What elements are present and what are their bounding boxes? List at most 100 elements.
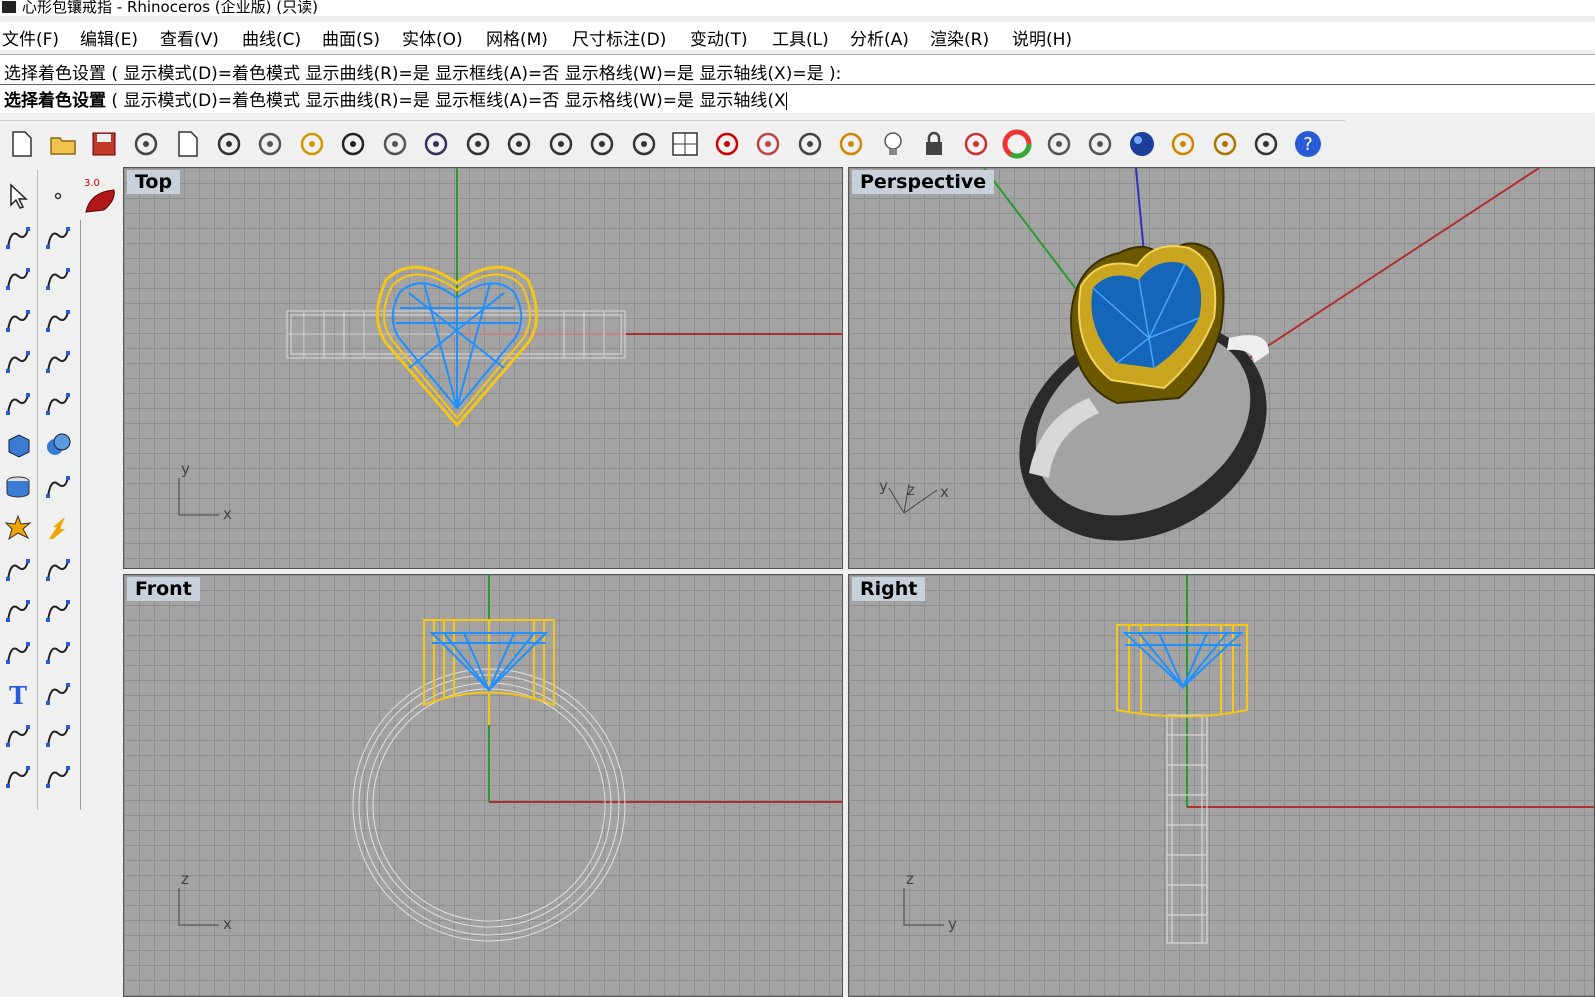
- boolean-icon[interactable]: [0, 593, 36, 629]
- axis-indicator: y x: [178, 460, 232, 523]
- rectangle-icon[interactable]: [40, 303, 76, 339]
- render-mesh-icon[interactable]: [751, 127, 785, 161]
- four-viewports-icon[interactable]: [668, 127, 702, 161]
- wireframe-sphere-icon[interactable]: [1042, 127, 1076, 161]
- offset-icon[interactable]: [0, 635, 36, 671]
- new-file-icon[interactable]: [4, 127, 38, 161]
- lock-icon[interactable]: [917, 127, 951, 161]
- menu-dimension[interactable]: 尺寸标注(D): [572, 25, 666, 50]
- menu-curve[interactable]: 曲线(C): [242, 25, 301, 50]
- viewport-title-perspective[interactable]: Perspective: [852, 170, 995, 194]
- block-icon[interactable]: [0, 759, 36, 795]
- scale-icon[interactable]: [40, 676, 76, 712]
- grid-sphere-icon[interactable]: [1083, 127, 1117, 161]
- gem-tool-icon[interactable]: 3.0: [80, 170, 122, 220]
- menu-mesh[interactable]: 网格(M): [486, 25, 548, 50]
- viewport-title-front[interactable]: Front: [127, 577, 200, 601]
- cut-icon[interactable]: [212, 127, 246, 161]
- axis-label-z: z: [181, 870, 189, 888]
- render-mesh-icon-glyph: [756, 132, 780, 156]
- viewport-top[interactable]: y x Top: [123, 167, 843, 569]
- help-icon[interactable]: ?: [1291, 127, 1325, 161]
- menu-analyze[interactable]: 分析(A): [850, 25, 909, 50]
- points-icon[interactable]: [834, 127, 868, 161]
- menu-transform[interactable]: 变动(T): [690, 25, 748, 50]
- menu-tools[interactable]: 工具(L): [772, 25, 829, 50]
- array-icon[interactable]: [0, 718, 36, 754]
- dimension-icon[interactable]: [40, 759, 76, 795]
- circle-icon[interactable]: [0, 261, 36, 297]
- zoom-extents-icon[interactable]: [544, 127, 578, 161]
- extend-icon[interactable]: [40, 552, 76, 588]
- plane-icon[interactable]: [40, 469, 76, 505]
- surface-icon-glyph: [6, 392, 30, 415]
- undo-icon[interactable]: [336, 127, 370, 161]
- menu-view[interactable]: 查看(V): [160, 25, 219, 50]
- color-wheel-icon[interactable]: [1000, 127, 1034, 161]
- options-icon[interactable]: [1249, 127, 1283, 161]
- polyline-icon[interactable]: [0, 220, 36, 256]
- zoom-selected-icon[interactable]: [585, 127, 619, 161]
- box-icon[interactable]: [0, 427, 36, 463]
- menu-help[interactable]: 说明(H): [1012, 25, 1072, 50]
- cylinder-icon[interactable]: [0, 469, 36, 505]
- zoom-dynamic-icon[interactable]: [461, 127, 495, 161]
- menu-surface[interactable]: 曲面(S): [322, 25, 380, 50]
- menu-edit[interactable]: 编辑(E): [80, 25, 138, 50]
- viewport-title-right[interactable]: Right: [852, 577, 926, 601]
- mirror-icon[interactable]: [40, 718, 76, 754]
- import-icon[interactable]: [170, 127, 204, 161]
- viewport-perspective[interactable]: y z x Perspective: [848, 167, 1595, 569]
- polygon-icon[interactable]: [0, 344, 36, 380]
- bezel-wireframe: [1116, 624, 1248, 718]
- group-icon[interactable]: [40, 593, 76, 629]
- circle-icon-glyph: [6, 268, 30, 290]
- copy-icon-glyph: [258, 132, 282, 156]
- four-viewports-icon-glyph: [672, 132, 698, 156]
- heart-gem-wireframe: [391, 282, 523, 410]
- split-icon[interactable]: [40, 510, 76, 546]
- patch-icon[interactable]: [40, 386, 76, 422]
- menu-render[interactable]: 渲染(R): [930, 25, 989, 50]
- target-icon[interactable]: [793, 127, 827, 161]
- text-icon[interactable]: T: [0, 676, 36, 712]
- copy-icon[interactable]: [253, 127, 287, 161]
- render-sphere-icon[interactable]: [1125, 127, 1159, 161]
- options-icon-glyph: [1254, 132, 1278, 156]
- lightbulb-icon[interactable]: [876, 127, 910, 161]
- layer-icon[interactable]: [959, 127, 993, 161]
- command-prompt[interactable]: 选择着色设置 ( 显示模式(D)=着色模式 显示曲线(R)=是 显示框线(A)=…: [4, 86, 787, 111]
- pan-hand-icon[interactable]: [378, 127, 412, 161]
- print-icon[interactable]: [129, 127, 163, 161]
- explode-icon[interactable]: [0, 510, 36, 546]
- car-icon[interactable]: [710, 127, 744, 161]
- axis-label-z: z: [907, 481, 915, 499]
- viewport-title-top[interactable]: Top: [127, 170, 181, 194]
- menu-solid[interactable]: 实体(O): [402, 25, 463, 50]
- arc-icon[interactable]: [0, 303, 36, 339]
- surface-icon[interactable]: [0, 386, 36, 422]
- point-icon[interactable]: [40, 178, 76, 214]
- rotate-view-icon[interactable]: [419, 127, 453, 161]
- gear-cluster-icon[interactable]: [1208, 127, 1242, 161]
- viewport-right[interactable]: z y Right: [848, 574, 1595, 997]
- sphere-icon[interactable]: [40, 427, 76, 463]
- menu-file[interactable]: 文件(F): [2, 25, 59, 50]
- fillet-icon[interactable]: [40, 344, 76, 380]
- zoom-window-icon[interactable]: [502, 127, 536, 161]
- sweep-icon[interactable]: [40, 635, 76, 671]
- command-area: 选择着色设置 ( 显示模式(D)=着色模式 显示曲线(R)=是 显示框线(A)=…: [0, 54, 1595, 113]
- open-folder-icon[interactable]: [46, 127, 80, 161]
- curve-icon[interactable]: [40, 220, 76, 256]
- trim-icon[interactable]: [0, 552, 36, 588]
- select-arrow-icon[interactable]: [0, 178, 36, 214]
- rotate-camera-icon[interactable]: [627, 127, 661, 161]
- new-file-icon-glyph: [12, 131, 32, 157]
- fillet-icon-glyph: [46, 351, 70, 373]
- paste-icon[interactable]: [295, 127, 329, 161]
- save-icon[interactable]: [87, 127, 121, 161]
- ellipse-icon[interactable]: [40, 261, 76, 297]
- viewport-front[interactable]: z x Front: [123, 574, 843, 997]
- command-line[interactable]: 选择着色设置 ( 显示模式(D)=着色模式 显示曲线(R)=是 显示框线(A)=…: [0, 84, 1595, 111]
- light-icon[interactable]: [1166, 127, 1200, 161]
